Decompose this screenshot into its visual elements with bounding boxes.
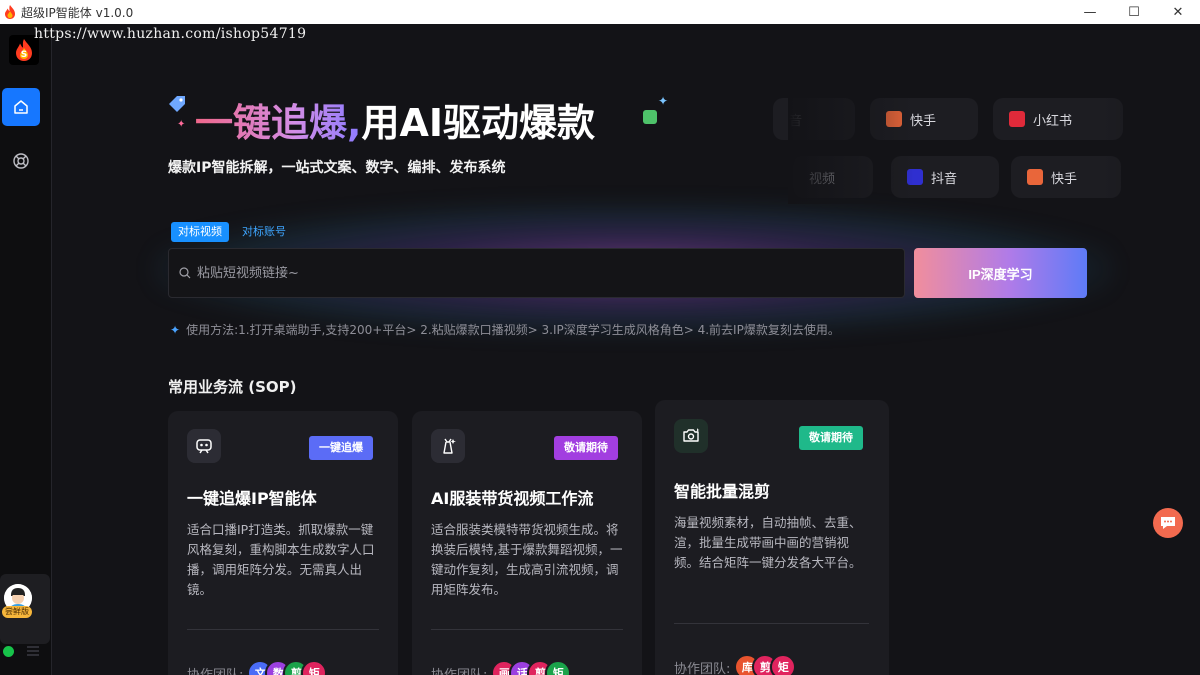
close-button[interactable]: ✕	[1156, 0, 1200, 24]
team-label: 协作团队:	[431, 667, 488, 675]
svg-text:S: S	[21, 50, 27, 60]
card-title: 智能批量混剪	[674, 482, 771, 501]
lifebuoy-icon	[13, 153, 29, 169]
team-label: 协作团队:	[674, 661, 731, 675]
sop-card[interactable]: 一键追爆 一键追爆IP智能体 适合口播IP打造类。抓取爆款一键风格复刻，重构脚本…	[168, 411, 398, 675]
card-description: 适合服装类模特带货视频生成。将换装后模特,基于爆款舞蹈视频，一键动作复刻，生成高…	[431, 522, 623, 597]
sparkle-icon: ✦	[177, 119, 186, 130]
team-avatars: 库 剪 矩	[734, 654, 797, 675]
kuaishou-icon	[886, 111, 902, 127]
platform-label: 视频	[809, 171, 836, 187]
bolt-badge-icon	[643, 110, 657, 124]
platform-pill[interactable]: 抖音	[891, 156, 999, 198]
platform-pill[interactable]: 音	[773, 98, 855, 140]
search-tabs: 对标视频 对标账号	[171, 222, 293, 242]
platform-pill[interactable]: 快手	[870, 98, 978, 140]
sop-card[interactable]: 敬请期待 智能批量混剪 海量视频素材，自动抽帧、去重、渲，批量生成带画中画的营销…	[655, 400, 889, 675]
search-icon	[179, 267, 191, 279]
xiaohongshu-icon	[1009, 111, 1025, 127]
video-link-input[interactable]	[191, 249, 904, 297]
card-team: 协作团队: 库 剪 矩	[674, 654, 797, 675]
sidebar: S 尝鲜版	[0, 24, 52, 675]
kuaishou-icon	[1027, 169, 1043, 185]
sop-section-title: 常用业务流 (SOP)	[168, 378, 297, 396]
platform-label: 快手	[1051, 171, 1078, 187]
price-tag-icon	[169, 96, 185, 112]
video-mix-icon	[674, 419, 708, 453]
window-title: 超级IP智能体 v1.0.0	[21, 5, 134, 20]
team-member: 矩	[770, 654, 797, 675]
ip-deep-learn-button[interactable]: IP深度学习	[914, 248, 1087, 298]
online-status-dot	[3, 646, 14, 657]
maximize-button[interactable]: ☐	[1112, 0, 1156, 24]
card-divider	[187, 629, 379, 630]
team-member: 矩	[301, 660, 328, 675]
user-profile[interactable]: 尝鲜版	[0, 574, 50, 644]
douyin-icon	[907, 169, 923, 185]
hero-title-highlight: 一键追爆,	[195, 101, 362, 145]
team-avatars: 文 数 剪 矩	[247, 660, 328, 675]
robot-icon	[187, 429, 221, 463]
card-badge: 敬请期待	[554, 436, 618, 460]
card-title: 一键追爆IP智能体	[187, 489, 317, 508]
dress-icon	[431, 429, 465, 463]
sop-card[interactable]: 敬请期待 AI服装带货视频工作流 适合服装类模特带货视频生成。将换装后模特,基于…	[412, 411, 642, 675]
home-icon	[14, 100, 28, 114]
platform-label: 小红书	[1033, 113, 1073, 129]
card-title: AI服装带货视频工作流	[431, 489, 594, 508]
team-label: 协作团队:	[187, 667, 244, 675]
usage-instructions: ✦ 使用方法:1.打开桌端助手,支持200+平台> 2.粘贴爆款口播视频> 3.…	[170, 321, 840, 338]
team-avatars: 画 话 剪 矩	[491, 660, 572, 675]
platform-label: 快手	[910, 113, 937, 129]
version-badge: 尝鲜版	[2, 606, 32, 618]
search-box	[168, 248, 905, 298]
main-content: 音 快手 小红书 视频 抖音 快手 ✦ 一键追爆,用AI驱动爆款 ✦ 爆款IP智…	[53, 24, 1200, 675]
nav-support[interactable]	[8, 148, 34, 174]
card-badge: 敬请期待	[799, 426, 863, 450]
platform-label: 音	[789, 113, 803, 129]
card-team: 协作团队: 画 话 剪 矩	[431, 660, 572, 675]
nav-home[interactable]	[2, 88, 40, 126]
title-bar: 超级IP智能体 v1.0.0 — ☐ ✕	[0, 0, 1200, 24]
tab-benchmark-account[interactable]: 对标账号	[235, 222, 293, 242]
sparkle-icon: ✦	[170, 322, 181, 337]
sparkle-icon: ✦	[658, 94, 669, 108]
hero-title-rest: 用AI驱动爆款	[361, 101, 595, 145]
chat-bubble-icon	[1161, 517, 1175, 529]
tab-benchmark-video[interactable]: 对标视频	[171, 222, 229, 242]
watermark-url: https://www.huzhan.com/ishop54719	[34, 26, 307, 42]
platform-label: 抖音	[931, 171, 958, 187]
card-divider	[674, 623, 869, 624]
platform-pill[interactable]: 视频	[793, 156, 873, 198]
card-badge: 一键追爆	[309, 436, 373, 460]
minimize-button[interactable]: —	[1068, 0, 1112, 24]
menu-icon[interactable]	[27, 644, 39, 658]
card-divider	[431, 629, 623, 630]
hero-subtitle: 爆款IP智能拆解，一站式文案、数字、编排、发布系统	[168, 160, 506, 176]
flame-app-icon	[5, 5, 15, 19]
usage-text: 使用方法:1.打开桌端助手,支持200+平台> 2.粘贴爆款口播视频> 3.IP…	[186, 323, 840, 337]
chat-support-button[interactable]	[1153, 508, 1183, 538]
card-description: 适合口播IP打造类。抓取爆款一键风格复刻，重构脚本生成数字人口播，调用矩阵分发。…	[187, 522, 375, 597]
card-team: 协作团队: 文 数 剪 矩	[187, 660, 328, 675]
card-description: 海量视频素材，自动抽帧、去重、渲，批量生成带画中画的营销视频。结合矩阵一键分发各…	[674, 515, 862, 570]
hero-title: 一键追爆,用AI驱动爆款	[195, 92, 595, 147]
platform-pill[interactable]: 快手	[1011, 156, 1121, 198]
platform-pill[interactable]: 小红书	[993, 98, 1123, 140]
team-member: 矩	[545, 660, 572, 675]
